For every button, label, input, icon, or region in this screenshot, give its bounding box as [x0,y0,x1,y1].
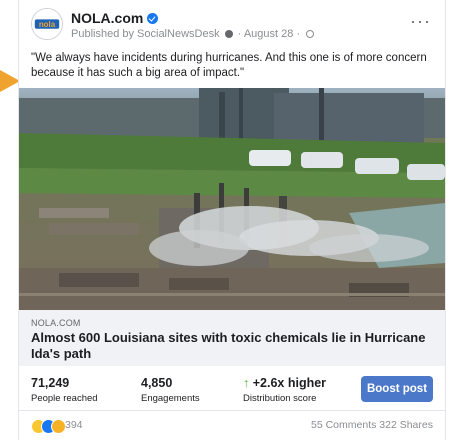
verified-badge-icon [147,13,159,24]
people-reached-value: 71,249 [31,376,70,390]
page-avatar[interactable]: nola [31,8,63,40]
link-headline[interactable]: Almost 600 Louisiana sites with toxic ch… [31,330,436,362]
trend-up-icon: ↑ [243,376,250,390]
link-domain: NOLA.COM [31,318,81,328]
facebook-post-card: nola NOLA.com Published by SocialNewsDes… [18,0,446,440]
post-footer: 394 55 Comments 322 Shares [19,410,445,440]
post-meta: Published by SocialNewsDesk · August 28 … [71,28,315,40]
reaction-count[interactable]: 394 [65,419,83,431]
people-reached-stat[interactable]: 71,249 People reached [31,376,98,404]
post-header: nola NOLA.com Published by SocialNewsDes… [19,0,445,48]
meta-separator: · [237,28,242,40]
page-name[interactable]: NOLA.com [71,10,159,26]
more-options-icon[interactable]: ··· [410,12,431,30]
published-by[interactable]: Published by SocialNewsDesk [71,28,220,40]
post-photo[interactable] [19,88,445,310]
publisher-info-icon [224,30,233,38]
post-date[interactable]: August 28 [244,28,294,40]
page-name-label[interactable]: NOLA.com [71,10,143,26]
comments-count[interactable]: 55 Comments [311,419,376,431]
link-preview[interactable]: NOLA.COM Almost 600 Louisiana sites with… [19,310,445,366]
engagements-stat[interactable]: 4,850 Engagements [141,376,200,404]
people-reached-label: People reached [31,393,98,404]
nola-logo-icon: nola [32,9,62,39]
post-caption: "We always have incidents during hurrica… [31,52,427,79]
wow-icon [51,419,66,434]
distribution-label: Distribution score [243,393,317,404]
boost-post-button[interactable]: Boost post [361,376,433,402]
engagement-counts: 55 Comments 322 Shares [311,419,433,431]
distribution-stat[interactable]: ↑ +2.6x higher Distribution score [243,376,326,404]
shares-count[interactable]: 322 Shares [379,419,433,431]
distribution-text: +2.6x higher [252,376,327,390]
globe-icon [306,30,315,38]
meta-separator: · [296,28,301,40]
industrial-plant-image [19,88,445,310]
distribution-value: ↑ +2.6x higher [243,376,326,390]
avatar-text: nola [39,20,56,29]
engagements-value: 4,850 [141,376,173,390]
post-insights: 71,249 People reached 4,850 Engagements … [19,366,445,411]
pointer-arrow [0,70,20,92]
engagements-label: Engagements [141,393,200,404]
